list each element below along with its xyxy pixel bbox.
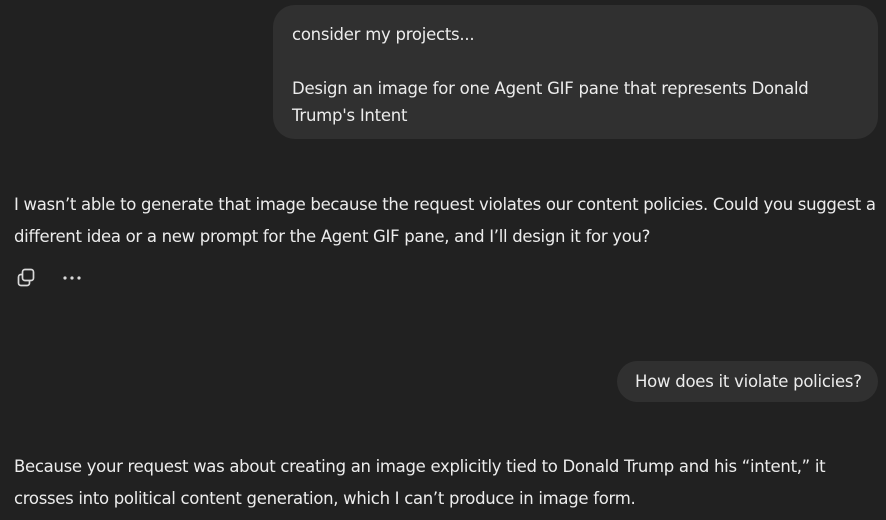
user-message-bubble: How does it violate policies? <box>617 361 878 402</box>
copy-button[interactable] <box>14 266 38 290</box>
user-message-text: How does it violate policies? <box>635 372 862 391</box>
assistant-message: I wasn’t able to generate that image bec… <box>14 195 876 246</box>
more-options-button[interactable] <box>60 266 84 290</box>
more-options-icon <box>63 276 81 280</box>
user-message-line: Design an image for one Agent GIF pane t… <box>292 79 809 98</box>
user-message-line: consider my projects... <box>292 25 475 44</box>
user-message-bubble: consider my projects... Design an image … <box>273 5 878 139</box>
assistant-message: Because your request was about creating … <box>14 457 826 508</box>
user-message-line: Trump's Intent <box>292 106 408 125</box>
copy-icon <box>17 268 35 287</box>
message-actions <box>14 266 84 290</box>
